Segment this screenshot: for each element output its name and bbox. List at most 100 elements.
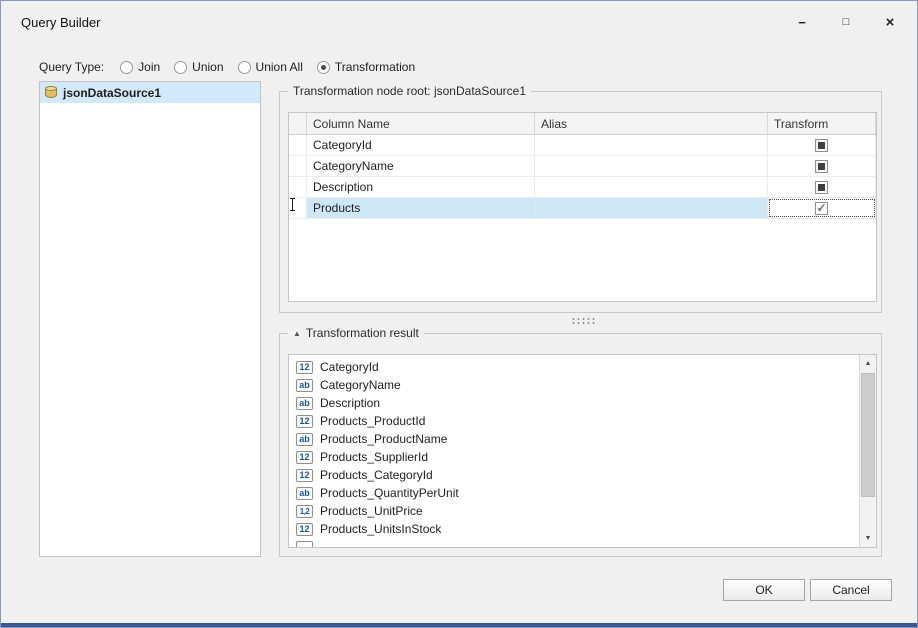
alias-cell[interactable] xyxy=(535,177,768,197)
radio-option-union[interactable]: Union xyxy=(174,60,223,74)
transform-cell[interactable] xyxy=(768,156,876,176)
maximize-button[interactable]: □ xyxy=(831,11,861,33)
minimize-icon: − xyxy=(798,15,806,30)
table-row[interactable]: Products xyxy=(289,198,876,219)
titlebar[interactable]: Query Builder − □ × xyxy=(1,1,917,43)
header-indicator-cell xyxy=(289,113,307,134)
radio-label: Join xyxy=(138,60,160,74)
collapse-arrow-icon[interactable]: ▲ xyxy=(293,329,301,338)
list-item[interactable]: 12 CategoryId xyxy=(289,358,859,376)
transform-checkbox[interactable] xyxy=(815,139,828,152)
string-type-icon: ab xyxy=(296,379,313,392)
header-column-name[interactable]: Column Name xyxy=(307,113,535,134)
close-button[interactable]: × xyxy=(875,11,905,33)
scroll-down-icon: ▼ xyxy=(865,535,872,542)
row-indicator xyxy=(289,156,307,176)
integer-type-icon: 12 xyxy=(296,523,313,536)
transform-cell[interactable] xyxy=(768,177,876,197)
table-row[interactable]: CategoryName xyxy=(289,156,876,177)
integer-type-icon: 12 xyxy=(296,451,313,464)
list-item-label: Products_QuantityPerUnit xyxy=(320,486,459,500)
window-controls: − □ × xyxy=(787,11,905,33)
transform-checkbox[interactable] xyxy=(815,202,828,215)
transformation-result-group: ▲ Transformation result 12 CategoryId ab… xyxy=(279,333,882,557)
window-bottom-accent xyxy=(1,623,917,627)
list-item-jsondatasource1[interactable]: jsonDataSource1 xyxy=(40,82,260,103)
scroll-up-icon: ▲ xyxy=(865,360,872,367)
string-type-icon: ab xyxy=(296,487,313,500)
ok-button[interactable]: OK xyxy=(723,579,805,601)
radio-icon xyxy=(174,61,187,74)
header-alias[interactable]: Alias xyxy=(535,113,768,134)
scroll-down-button[interactable]: ▼ xyxy=(860,530,876,547)
column-name-cell[interactable]: CategoryId xyxy=(307,135,535,155)
column-name-cell[interactable]: CategoryName xyxy=(307,156,535,176)
result-items: 12 CategoryId ab CategoryName ab Descrip… xyxy=(289,358,859,547)
group-title-text: Transformation result xyxy=(306,326,419,340)
result-listbox[interactable]: 12 CategoryId ab CategoryName ab Descrip… xyxy=(288,354,877,548)
data-source-list[interactable]: jsonDataSource1 xyxy=(39,81,261,557)
integer-type-icon xyxy=(296,541,313,548)
database-icon xyxy=(45,86,57,99)
column-name-cell[interactable]: Products xyxy=(307,198,535,218)
list-item[interactable]: ab CategoryName xyxy=(289,376,859,394)
scroll-up-button[interactable]: ▲ xyxy=(860,355,876,372)
minimize-button[interactable]: − xyxy=(787,11,817,33)
text-cursor-icon xyxy=(289,198,296,211)
transformation-node-group: Transformation node root: jsonDataSource… xyxy=(279,91,882,313)
row-indicator xyxy=(289,135,307,155)
list-item[interactable] xyxy=(289,538,859,547)
radio-icon xyxy=(238,61,251,74)
list-item[interactable]: 12 Products_UnitsInStock xyxy=(289,520,859,538)
window-title: Query Builder xyxy=(21,15,100,30)
string-type-icon: ab xyxy=(296,397,313,410)
column-name-cell[interactable]: Description xyxy=(307,177,535,197)
alias-cell[interactable] xyxy=(535,135,768,155)
group-title[interactable]: ▲ Transformation result xyxy=(288,326,424,340)
cancel-button[interactable]: Cancel xyxy=(810,579,892,601)
transform-cell[interactable] xyxy=(768,135,876,155)
group-title: Transformation node root: jsonDataSource… xyxy=(288,84,531,98)
radio-option-transformation[interactable]: Transformation xyxy=(317,60,415,74)
table-row[interactable]: CategoryId xyxy=(289,135,876,156)
radio-label: Union xyxy=(192,60,223,74)
list-item-label: Products_ProductId xyxy=(320,414,425,428)
list-item-label: Products_CategoryId xyxy=(320,468,433,482)
transform-checkbox[interactable] xyxy=(815,181,828,194)
close-icon: × xyxy=(886,14,895,31)
alias-cell[interactable] xyxy=(535,198,768,218)
radio-option-join[interactable]: Join xyxy=(120,60,160,74)
integer-type-icon: 12 xyxy=(296,361,313,374)
list-item[interactable]: ab Description xyxy=(289,394,859,412)
radio-icon xyxy=(120,61,133,74)
list-item-label: Products_SupplierId xyxy=(320,450,428,464)
transform-checkbox[interactable] xyxy=(815,160,828,173)
list-item-label: Products_UnitPrice xyxy=(320,504,423,518)
query-builder-window: Query Builder − □ × Query Type: Join Uni… xyxy=(0,0,918,628)
query-type-label: Query Type: xyxy=(39,60,104,74)
list-item-label: CategoryId xyxy=(320,360,379,374)
list-item[interactable]: ab Products_ProductName xyxy=(289,430,859,448)
list-item[interactable]: 12 Products_CategoryId xyxy=(289,466,859,484)
alias-cell[interactable] xyxy=(535,156,768,176)
splitter-grip-icon xyxy=(571,317,597,325)
table-row[interactable]: Description xyxy=(289,177,876,198)
integer-type-icon: 12 xyxy=(296,415,313,428)
row-indicator xyxy=(289,177,307,197)
list-item[interactable]: ab Products_QuantityPerUnit xyxy=(289,484,859,502)
transform-cell[interactable] xyxy=(768,198,876,218)
list-item-label: CategoryName xyxy=(320,378,401,392)
vertical-scrollbar[interactable]: ▲ ▼ xyxy=(859,355,876,547)
string-type-icon: ab xyxy=(296,433,313,446)
list-item[interactable]: 1,2 Products_UnitPrice xyxy=(289,502,859,520)
maximize-icon: □ xyxy=(843,16,850,28)
list-item[interactable]: 12 Products_SupplierId xyxy=(289,448,859,466)
list-item[interactable]: 12 Products_ProductId xyxy=(289,412,859,430)
radio-label: Union All xyxy=(256,60,303,74)
header-transform[interactable]: Transform xyxy=(768,113,876,134)
columns-grid[interactable]: Column Name Alias Transform CategoryId C… xyxy=(288,112,877,302)
scrollbar-thumb[interactable] xyxy=(861,373,875,497)
list-item-label: Description xyxy=(320,396,380,410)
radio-option-union-all[interactable]: Union All xyxy=(238,60,303,74)
grid-header-row: Column Name Alias Transform xyxy=(289,113,876,135)
